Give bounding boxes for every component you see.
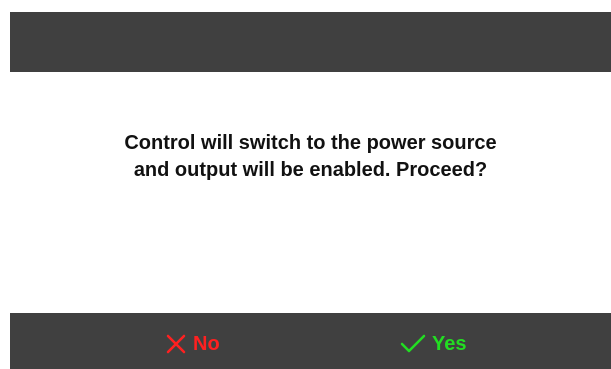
- close-icon: [165, 333, 187, 355]
- no-button-label: No: [193, 332, 220, 355]
- no-button[interactable]: No: [165, 329, 220, 359]
- message-line-2: and output will be enabled. Proceed?: [133, 159, 488, 181]
- action-bar: No Yes: [10, 313, 611, 369]
- yes-button-label: Yes: [432, 332, 467, 355]
- message-line-1: Control will switch to the power source: [124, 132, 497, 154]
- checkmark-icon: [400, 333, 426, 355]
- yes-button[interactable]: Yes: [400, 329, 466, 359]
- confirmation-dialog: Control will switch to the power source …: [0, 0, 611, 369]
- top-bar: [10, 12, 611, 72]
- dialog-message: Control will switch to the power source …: [10, 130, 611, 184]
